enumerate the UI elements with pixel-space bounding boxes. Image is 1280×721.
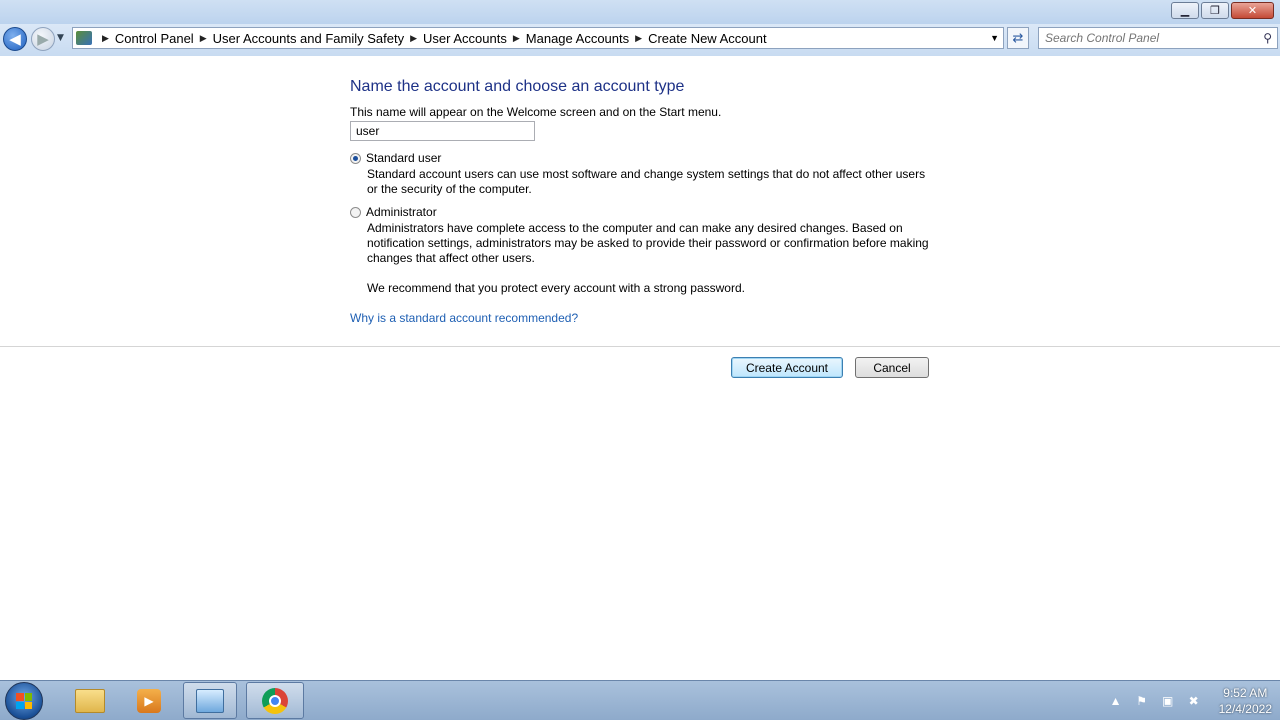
page-title: Name the account and choose an account t… — [350, 78, 685, 95]
taskbar-control-panel[interactable] — [183, 682, 237, 719]
account-name-description: This name will appear on the Welcome scr… — [350, 105, 722, 119]
arrow-right-icon: ▶ — [37, 30, 49, 48]
address-bar[interactable]: ▶ Control Panel ▶ User Accounts and Fami… — [72, 27, 1004, 49]
window-titlebar: ▁ ❐ ✕ — [0, 0, 1280, 24]
administrator-description: Administrators have complete access to t… — [367, 221, 929, 265]
minimize-button[interactable]: ▁ — [1171, 2, 1199, 19]
show-hidden-icons-icon[interactable]: ▲ — [1108, 693, 1124, 709]
chevron-right-icon[interactable]: ▶ — [200, 33, 207, 44]
create-account-button[interactable]: Create Account — [731, 357, 843, 378]
back-button[interactable]: ◀ — [3, 27, 27, 51]
standard-user-description: Standard account users can use most soft… — [367, 167, 926, 196]
action-center-flag-icon[interactable]: ⚑ — [1134, 693, 1150, 709]
breadcrumb-create-new-account[interactable]: Create New Account — [648, 31, 767, 46]
window-controls: ▁ ❐ ✕ — [1171, 2, 1274, 19]
standard-account-help-link[interactable]: Why is a standard account recommended? — [350, 311, 578, 325]
breadcrumb-control-panel[interactable]: Control Panel — [115, 31, 194, 46]
chevron-right-icon[interactable]: ▶ — [635, 33, 642, 44]
search-box: ⚲ — [1038, 27, 1278, 49]
clock[interactable]: 9:52 AM 12/4/2022 — [1219, 685, 1272, 717]
start-button[interactable] — [5, 682, 43, 720]
address-dropdown-icon[interactable]: ▼ — [990, 33, 999, 43]
network-icon[interactable]: ▣ — [1160, 693, 1176, 709]
taskbar-windows-explorer[interactable] — [63, 682, 117, 719]
clock-time: 9:52 AM — [1223, 686, 1268, 700]
recent-pages-dropdown[interactable]: ▼ — [57, 33, 64, 43]
divider — [0, 346, 1280, 347]
navigation-bar: ◀ ▶ ▼ ▶ Control Panel ▶ User Accounts an… — [0, 24, 1280, 57]
taskbar-media-player[interactable]: ▶ — [122, 682, 176, 719]
account-name-input[interactable] — [350, 121, 535, 141]
windows-explorer-icon — [75, 688, 105, 713]
control-panel-icon — [76, 31, 92, 45]
forward-button[interactable]: ▶ — [31, 27, 55, 51]
maximize-button[interactable]: ❐ — [1201, 2, 1229, 19]
refresh-button[interactable]: ⇄ — [1007, 27, 1029, 49]
administrator-label[interactable]: Administrator — [366, 205, 437, 219]
media-player-icon: ▶ — [137, 688, 161, 713]
breadcrumb-user-accounts[interactable]: User Accounts — [423, 31, 507, 46]
volume-muted-icon[interactable]: ✖ — [1186, 693, 1202, 709]
standard-user-label[interactable]: Standard user — [366, 151, 441, 165]
chevron-right-icon[interactable]: ▶ — [513, 33, 520, 44]
cancel-button[interactable]: Cancel — [855, 357, 929, 378]
clock-date: 12/4/2022 — [1218, 702, 1272, 716]
password-recommendation: We recommend that you protect every acco… — [367, 281, 745, 295]
control-panel-icon — [196, 688, 224, 713]
administrator-radio[interactable] — [350, 207, 361, 218]
search-input[interactable] — [1039, 28, 1255, 48]
arrow-left-icon: ◀ — [9, 30, 21, 48]
breadcrumb-manage-accounts[interactable]: Manage Accounts — [526, 31, 629, 46]
refresh-icon: ⇄ — [1012, 30, 1024, 46]
create-account-panel: Name the account and choose an account t… — [0, 56, 1280, 680]
breadcrumb-user-accounts-family-safety[interactable]: User Accounts and Family Safety — [213, 31, 404, 46]
close-button[interactable]: ✕ — [1231, 2, 1274, 19]
chrome-icon — [262, 687, 288, 714]
chevron-right-icon[interactable]: ▶ — [410, 33, 417, 44]
chevron-right-icon[interactable]: ▶ — [102, 33, 109, 44]
windows-logo-icon — [16, 693, 32, 709]
system-tray: ▲ ⚑ ▣ ✖ 9:52 AM 12/4/2022 — [1103, 681, 1272, 721]
standard-user-radio[interactable] — [350, 153, 361, 164]
taskbar-chrome[interactable] — [246, 682, 304, 719]
search-icon[interactable]: ⚲ — [1263, 31, 1272, 45]
taskbar: ▶ ▲ ⚑ ▣ ✖ 9:52 AM 12/4/2022 — [0, 680, 1280, 720]
